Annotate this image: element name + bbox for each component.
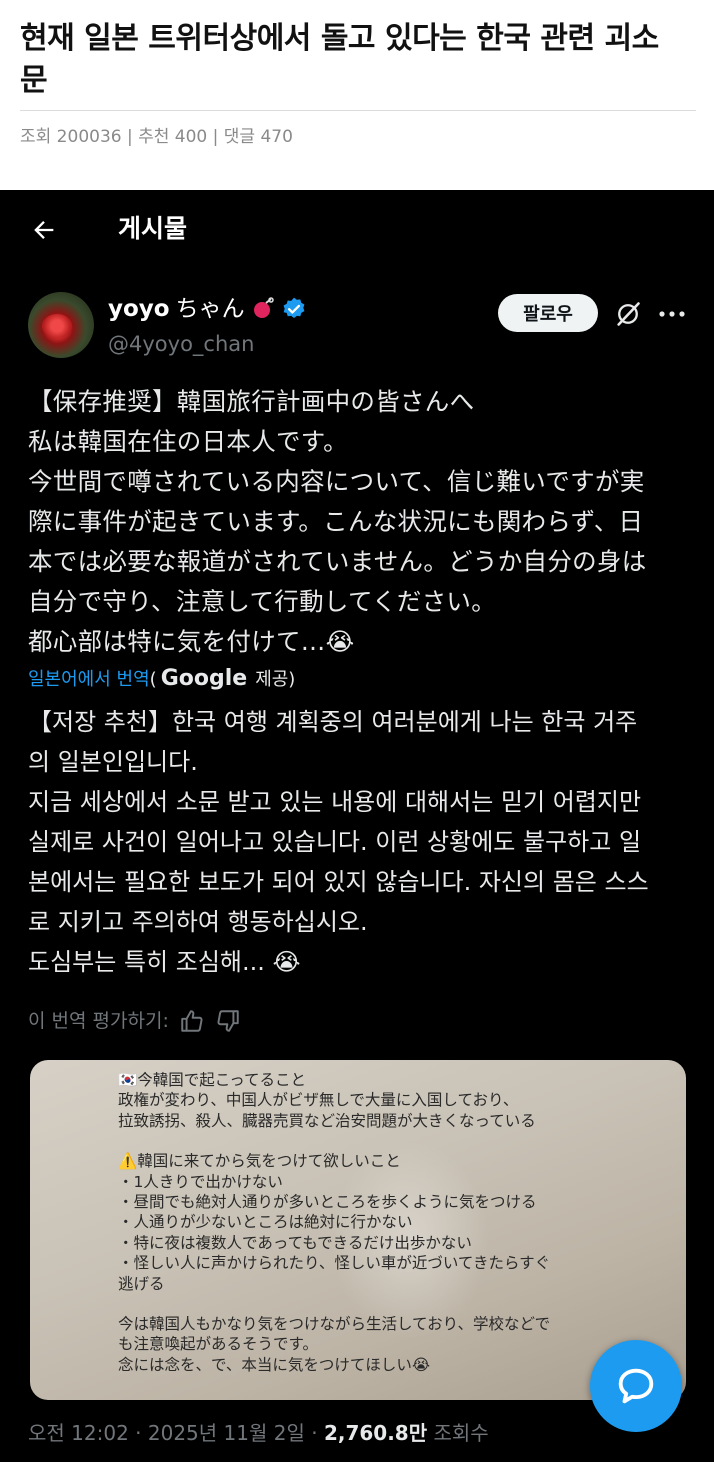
paren-open: (	[149, 669, 157, 690]
page-title: 게시물	[118, 214, 188, 243]
translated-line: 도심부는 특히 조심해... 😭	[28, 948, 301, 976]
tweet-line: 際に事件が起きています。こんな状況にも関わらず、日	[28, 507, 644, 536]
translated-body: 【저장 추천】한국 여행 계획중의 여러분에게 나는 한국 거주 의 일본인입니…	[28, 702, 698, 982]
article-meta: 조회 200036 | 추천 400 | 댓글 470	[20, 127, 293, 147]
rate-label: 이 번역 평가하기:	[28, 1010, 169, 1032]
heart-ribbon-icon	[253, 297, 274, 318]
image-spacer	[118, 1294, 658, 1314]
tweet-body: 【保存推奨】韓国旅行計画中の皆さんへ 私は韓国在住の日本人です。 今世間で噂され…	[28, 382, 698, 662]
grok-chat-button[interactable]	[590, 1340, 682, 1432]
image-line: 拉致誘拐、殺人、臓器売買など治安問題が大きくなっている	[118, 1111, 536, 1130]
chat-bubble-icon	[618, 1368, 654, 1404]
thumbs-up-icon[interactable]	[179, 1008, 205, 1034]
view-count: 2,760.8만	[323, 1421, 428, 1445]
image-line: ・昼間でも絶対人通りが多いところを歩くように気をつける	[118, 1193, 537, 1212]
tweet-topbar: 게시물	[0, 190, 714, 270]
user-name-kana: ちゃん	[175, 296, 245, 322]
tweet-timestamp-views: 오전 12:02 · 2025년 11월 2일 · 2,760.8만 조회수	[28, 1418, 489, 1448]
tweet-time[interactable]: 오전 12:02 · 2025년 11월 2일 ·	[28, 1421, 324, 1445]
tweet-line: 都心部は特に気を付けて…😭	[28, 627, 355, 656]
image-line: ・人通りが少ないところは絶対に行かない	[118, 1213, 413, 1232]
translation-attribution: 일본어에서 번역(Google 제공)	[28, 664, 295, 695]
translated-line: 본에서는 필요한 보도가 되어 있지 않습니다. 자신의 몸은 스스	[28, 868, 649, 896]
tweet-line: 本では必要な報道がされていません。どうか自分の身は	[28, 547, 647, 576]
article-divider	[20, 110, 696, 111]
article-title: 현재 일본 트위터상에서 돌고 있다는 한국 관련 괴소문	[20, 21, 659, 98]
user-name[interactable]: yoyo ちゃん	[108, 294, 307, 324]
image-line: 政権が変わり、中国人がビザ無しで大量に入国しており、	[118, 1091, 519, 1110]
tweet-line: 【保存推奨】韓国旅行計画中の皆さんへ	[28, 387, 475, 416]
rate-translation: 이 번역 평가하기:	[28, 1006, 241, 1036]
translated-line: 로 지키고 주의하여 행동하십시오.	[28, 908, 368, 936]
follow-button[interactable]: 팔로우	[498, 294, 598, 332]
translated-line: 지금 세상에서 소문 받고 있는 내용에 대해서는 믿기 어렵지만	[28, 788, 642, 816]
verified-badge-icon	[283, 297, 304, 318]
provider-label: 제공)	[255, 669, 296, 690]
tweet-screenshot: 게시물 yoyo ちゃん @4yoyo_chan 팔로우 【保存推奨】韓国旅行計画…	[0, 190, 714, 1462]
thumbs-down-icon[interactable]	[215, 1008, 241, 1034]
back-arrow-icon[interactable]	[30, 216, 58, 244]
avatar[interactable]	[28, 292, 94, 358]
image-line: ・特に夜は複数人であってもできるだけ出歩かない	[118, 1233, 472, 1252]
image-spacer	[118, 1131, 658, 1151]
translated-line: 실제로 사건이 일어나고 있습니다. 이런 상황에도 불구하고 일	[28, 828, 642, 856]
user-name-text: yoyo	[108, 296, 170, 322]
image-text: 🇰🇷今韓国で起こってること 政権が変わり、中国人がビザ無しで大量に入国しており、…	[118, 1070, 658, 1375]
tweet-image[interactable]: 🇰🇷今韓国で起こってること 政権が変わり、中国人がビザ無しで大量に入国しており、…	[30, 1060, 686, 1400]
translated-line: 【저장 추천】한국 여행 계획중의 여러분에게 나는 한국 거주	[28, 708, 638, 736]
tweet-line: 私は韓国在住の日本人です。	[28, 427, 348, 456]
user-handle[interactable]: @4yoyo_chan	[108, 330, 254, 358]
image-line: ・怪しい人に声かけられたり、怪しい車が近づいてきたらすぐ	[118, 1254, 551, 1273]
more-options-icon[interactable]	[656, 300, 688, 328]
translated-line: 의 일본인입니다.	[28, 748, 198, 776]
views-label: 조회수	[427, 1421, 489, 1445]
image-line: 念には念を、で、本当に気をつけてほしい😭	[118, 1355, 430, 1374]
image-line: ⚠️韓国に来てから気をつけて欲しいこと	[118, 1152, 401, 1171]
image-line: 今は韓国人もかなり気をつけながら生活しており、学校などで	[118, 1315, 551, 1334]
article-header: 현재 일본 트위터상에서 돌고 있다는 한국 관련 괴소문 조회 200036 …	[0, 0, 714, 190]
image-line: 逃げる	[118, 1274, 165, 1293]
google-logo: Google	[160, 666, 248, 691]
grok-icon[interactable]	[614, 300, 642, 328]
translated-from-link[interactable]: 일본어에서 번역	[28, 665, 150, 695]
tweet-line: 自分で守り、注意して行動してください。	[28, 587, 497, 616]
image-line: ・1人きりで出かけない	[118, 1172, 283, 1191]
image-line: も注意喚起があるそうです。	[118, 1335, 318, 1354]
image-line: 🇰🇷今韓国で起こってること	[118, 1071, 306, 1089]
tweet-line: 今世間で噂されている内容について、信じ難いですが実	[28, 467, 645, 496]
